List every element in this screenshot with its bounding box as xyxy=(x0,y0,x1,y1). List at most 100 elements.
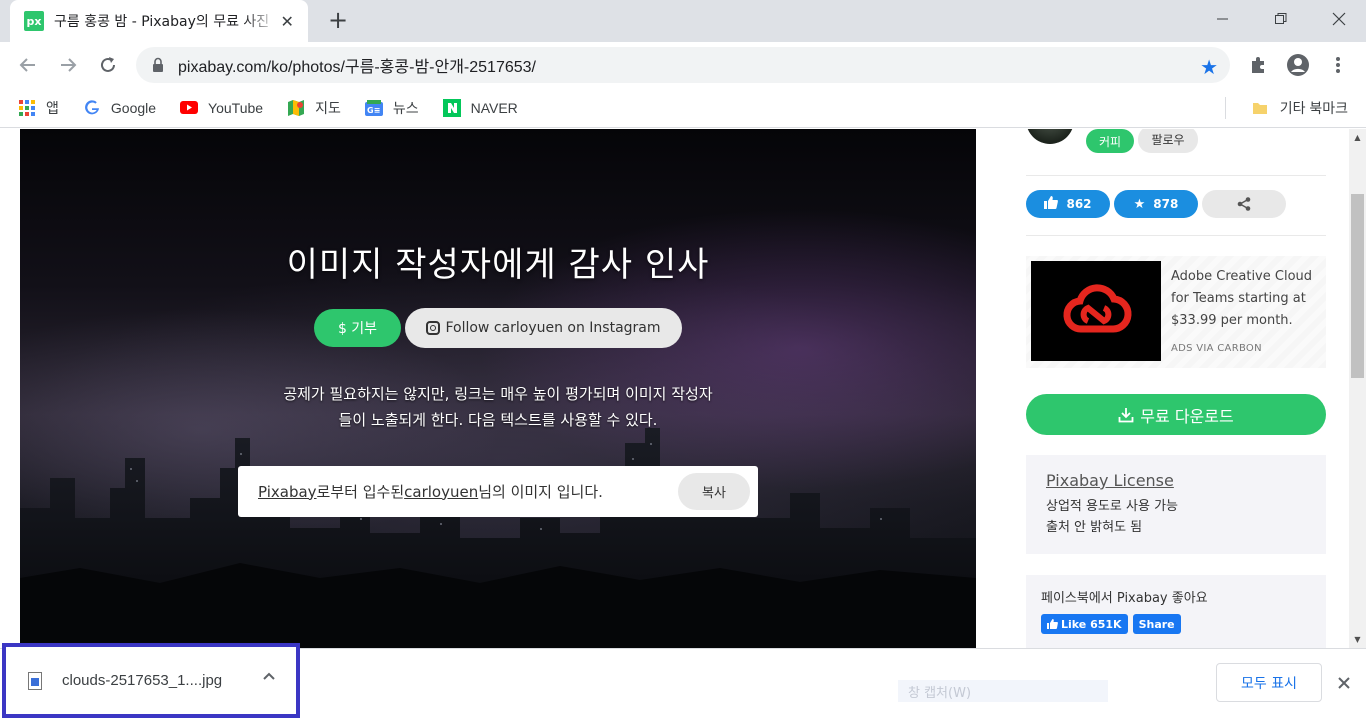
tab-strip: px 구름 홍콩 밤 - Pixabay의 무료 사진 ✕ + xyxy=(0,0,1366,42)
share-button[interactable] xyxy=(1202,190,1286,218)
ad-text[interactable]: Adobe Creative Cloud for Teams starting … xyxy=(1171,266,1321,332)
account-avatar-icon xyxy=(1287,54,1309,76)
bookmark-youtube[interactable]: YouTube xyxy=(180,99,263,117)
reload-button[interactable] xyxy=(94,51,122,79)
free-download-button[interactable]: 무료 다운로드 xyxy=(1026,394,1326,435)
tab-title: 구름 홍콩 밤 - Pixabay의 무료 사진 xyxy=(54,14,270,30)
bookmark-label: YouTube xyxy=(208,99,264,116)
lock-icon xyxy=(153,57,163,72)
new-tab-button[interactable]: + xyxy=(326,8,350,32)
google-icon xyxy=(83,99,101,117)
coffee-button[interactable]: 커피 xyxy=(1086,129,1134,153)
download-item[interactable]: clouds-2517653_1....jpg xyxy=(2,643,300,718)
scroll-up-arrow-icon[interactable]: ▲ xyxy=(1349,129,1366,146)
maps-icon xyxy=(287,99,305,117)
tab-close-icon[interactable]: ✕ xyxy=(278,12,296,31)
youtube-icon xyxy=(180,99,199,117)
ad-via-label[interactable]: ADS VIA CARBON xyxy=(1171,343,1262,354)
back-button[interactable] xyxy=(14,51,42,79)
close-download-shelf-icon[interactable] xyxy=(1334,673,1354,693)
facebook-like-text: 페이스북에서 Pixabay 좋아요 xyxy=(1041,591,1208,606)
window-close-button[interactable] xyxy=(1310,0,1366,38)
svg-text:G≡: G≡ xyxy=(367,106,380,115)
author-avatar[interactable] xyxy=(1026,129,1074,144)
divider xyxy=(1026,235,1326,236)
facebook-thumb-icon xyxy=(1047,619,1058,629)
attribution-text-box: Pixabay 로부터 입수된 carloyuen 님의 이미지 입니다. 복사 xyxy=(238,466,758,517)
page-content: 이미지 작성자에게 감사 인사 $ 기부 Follow carloyuen on… xyxy=(0,129,1366,648)
bookmark-maps[interactable]: 지도 xyxy=(287,98,341,118)
address-bar[interactable]: pixabay.com/ko/photos/구름-홍콩-밤-안개-2517653… xyxy=(136,47,1230,83)
bookmark-other-label: 기타 북마크 xyxy=(1279,100,1348,116)
thumbs-up-icon xyxy=(1044,195,1059,213)
instagram-follow-button[interactable]: Follow carloyuen on Instagram xyxy=(405,308,682,348)
favorite-count: 878 xyxy=(1153,197,1179,211)
apps-grid-icon xyxy=(18,99,36,117)
star-icon: ★ xyxy=(1133,196,1146,212)
attribution-text-part: 님의 이미지 입니다. xyxy=(478,483,603,501)
bookmark-label: 앱 xyxy=(46,99,59,116)
attribution-text-part: 로부터 입수된 xyxy=(316,483,405,501)
creative-cloud-icon xyxy=(1063,284,1132,333)
like-button[interactable]: 862 xyxy=(1026,190,1110,218)
scroll-down-arrow-icon[interactable]: ▼ xyxy=(1349,631,1366,648)
pixabay-link[interactable]: Pixabay xyxy=(258,483,317,501)
donate-button[interactable]: $ 기부 xyxy=(314,309,401,347)
author-link[interactable]: carloyuen xyxy=(404,483,478,501)
profile-button[interactable] xyxy=(1284,51,1312,79)
adobe-creative-cloud-logo[interactable] xyxy=(1031,261,1161,361)
chevron-up-icon[interactable] xyxy=(262,669,276,685)
bookmark-news[interactable]: G≡ 뉴스 xyxy=(364,98,419,118)
back-arrow-icon xyxy=(19,58,35,72)
license-line: 상업적 용도로 사용 가능 xyxy=(1046,499,1178,514)
download-icon xyxy=(1118,407,1134,422)
restore-button[interactable] xyxy=(1252,0,1310,38)
bookmark-other-folder[interactable]: 기타 북마크 xyxy=(1252,88,1348,128)
minimize-button[interactable] xyxy=(1194,0,1252,38)
facebook-like-label: Like 651K xyxy=(1061,617,1122,631)
extensions-button[interactable] xyxy=(1244,51,1272,79)
facebook-share-button[interactable]: Share xyxy=(1132,614,1181,634)
license-link[interactable]: Pixabay License xyxy=(1046,471,1306,490)
url-text[interactable]: pixabay.com/ko/photos/구름-홍콩-밤-안개-2517653… xyxy=(178,53,536,77)
free-download-label: 무료 다운로드 xyxy=(1140,406,1234,426)
puzzle-icon xyxy=(1252,57,1264,73)
bookmark-google[interactable]: Google xyxy=(83,99,156,117)
bookmark-naver[interactable]: NAVER xyxy=(442,98,518,117)
minimize-icon xyxy=(1217,18,1228,20)
image-file-icon xyxy=(28,671,42,690)
follow-button[interactable]: 팔로우 xyxy=(1138,129,1198,153)
instagram-follow-label: Follow carloyuen on Instagram xyxy=(445,320,661,336)
copy-button[interactable]: 복사 xyxy=(678,473,750,510)
browser-toolbar: pixabay.com/ko/photos/구름-홍콩-밤-안개-2517653… xyxy=(0,42,1366,88)
forward-arrow-icon xyxy=(61,58,77,72)
facebook-like-button[interactable]: Like 651K xyxy=(1041,614,1128,634)
news-icon: G≡ xyxy=(364,99,383,117)
bookmark-star-icon[interactable]: ★ xyxy=(1200,55,1218,79)
tab-pixabay[interactable]: px 구름 홍콩 밤 - Pixabay의 무료 사진 ✕ xyxy=(10,0,308,42)
download-shelf: clouds-2517653_1....jpg 창 캡처(W) 모두 표시 xyxy=(0,643,1366,718)
instagram-icon xyxy=(426,321,441,335)
bookmark-label: Google xyxy=(110,99,157,116)
naver-icon xyxy=(442,98,461,117)
favorite-button[interactable]: ★ 878 xyxy=(1114,190,1198,218)
carbon-ad[interactable]: Adobe Creative Cloud for Teams starting … xyxy=(1026,256,1326,368)
scrollbar-thumb[interactable] xyxy=(1351,194,1364,378)
page-scrollbar[interactable]: ▲ ▼ xyxy=(1349,129,1366,648)
restore-icon xyxy=(1275,13,1287,24)
forward-button[interactable] xyxy=(54,51,82,79)
like-count: 862 xyxy=(1066,197,1092,211)
bookmark-label: NAVER xyxy=(470,99,518,116)
window-close-icon xyxy=(1332,12,1346,26)
hero-title: 이미지 작성자에게 감사 인사 xyxy=(286,245,710,285)
divider xyxy=(1026,175,1326,176)
kebab-menu-icon xyxy=(1336,57,1340,73)
share-icon xyxy=(1237,197,1251,211)
show-all-downloads-button[interactable]: 모두 표시 xyxy=(1216,663,1322,702)
download-file-name: clouds-2517653_1....jpg xyxy=(62,672,223,689)
capture-window-tooltip: 창 캡처(W) xyxy=(898,680,1108,702)
bookmark-apps[interactable]: 앱 xyxy=(18,98,59,118)
browser-menu-button[interactable] xyxy=(1324,51,1352,79)
pixabay-favicon-icon: px xyxy=(24,11,44,31)
reload-icon xyxy=(101,57,115,72)
